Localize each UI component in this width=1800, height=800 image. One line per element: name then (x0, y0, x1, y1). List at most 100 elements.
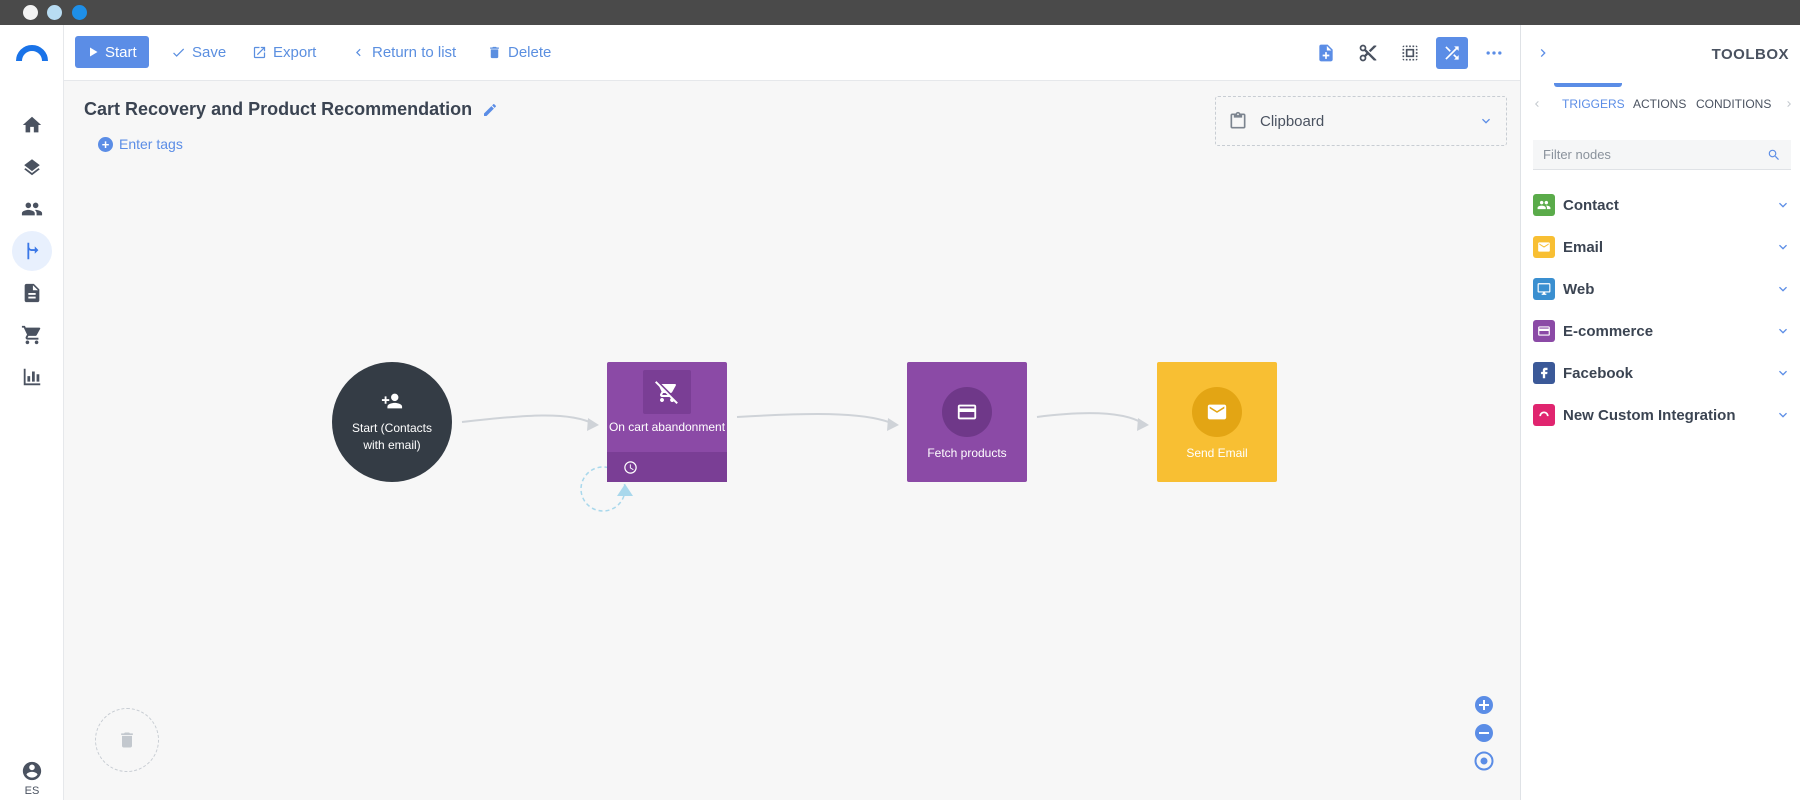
chevron-down-icon (1779, 286, 1787, 292)
mail-icon (1207, 404, 1227, 420)
tab-triggers[interactable]: TRIGGERS (1562, 97, 1625, 111)
trash-icon (490, 46, 499, 58)
chevron-left-icon (356, 48, 361, 56)
more-horizontal-icon (1486, 51, 1502, 55)
toolbox-panel: TOOLBOX TRIGGERS ACTIONS CONDITIONS Cont… (1520, 25, 1800, 800)
search-icon (1768, 149, 1779, 160)
play-icon (90, 47, 98, 57)
category-new-custom-integration[interactable]: New Custom Integration (1533, 397, 1791, 433)
integration-icon (1533, 404, 1555, 426)
active-tab-indicator (1554, 83, 1622, 87)
fetch-icon-circle (942, 387, 992, 437)
category-label: Web (1563, 280, 1595, 298)
app-logo[interactable] (16, 45, 48, 61)
tabs-prev-icon[interactable] (1531, 97, 1543, 109)
card-icon (1533, 320, 1555, 342)
auto-layout-button[interactable] (1436, 37, 1468, 69)
collapse-toolbox-button[interactable] (1535, 45, 1551, 61)
center-view-button[interactable] (1474, 751, 1494, 771)
edge-arrowhead (587, 418, 599, 431)
contacts-nav-icon[interactable] (12, 189, 52, 229)
filter-nodes-field[interactable] (1533, 140, 1791, 170)
cart-node-footer (607, 452, 727, 482)
fetch-products-node[interactable]: Fetch products (907, 362, 1027, 482)
return-to-list-label: Return to list (372, 43, 457, 61)
chevron-down-icon (1779, 412, 1787, 418)
select-all-button[interactable] (1394, 37, 1426, 69)
export-button[interactable]: Export (252, 36, 316, 68)
reports-nav-icon[interactable] (12, 357, 52, 397)
shopping-cart-nav-icon[interactable] (12, 315, 52, 355)
trash-icon (121, 732, 133, 748)
loop-connector-arrow (617, 484, 633, 496)
category-web[interactable]: Web (1533, 271, 1791, 307)
email-icon-circle (1192, 387, 1242, 437)
fetch-node-label: Fetch products (927, 446, 1007, 460)
select-all-icon (1402, 45, 1418, 61)
delete-button[interactable]: Delete (487, 36, 551, 68)
chevron-right-icon (1540, 49, 1546, 57)
tabs-next-icon[interactable] (1783, 97, 1795, 109)
category-facebook[interactable]: Facebook (1533, 355, 1791, 391)
category-label: Contact (1563, 196, 1619, 214)
tab-conditions[interactable]: CONDITIONS (1696, 97, 1771, 111)
category-label: E-commerce (1563, 322, 1654, 340)
filter-nodes-input[interactable] (1543, 147, 1767, 162)
user-menu[interactable]: ES (20, 760, 44, 797)
trash-drop-zone[interactable] (95, 708, 159, 772)
edge-cart-to-fetch (736, 413, 895, 425)
start-button[interactable]: Start (75, 36, 149, 68)
save-button[interactable]: Save (171, 36, 226, 68)
documents-nav-icon[interactable] (12, 273, 52, 313)
window-close-button[interactable] (23, 5, 38, 20)
email-node-label: Send Email (1186, 446, 1248, 460)
zoom-out-button[interactable] (1474, 723, 1494, 743)
editor-toolbar: Start Save Export Return to list Delete (64, 25, 1520, 81)
add-note-button[interactable] (1310, 37, 1342, 69)
cart-off-icon (655, 381, 678, 404)
edge-arrowhead (1137, 418, 1149, 431)
export-icon (253, 46, 266, 58)
workflow-canvas[interactable]: Cart Recovery and Product Recommendation… (64, 81, 1520, 800)
category-ecommerce[interactable]: E-commerce (1533, 313, 1791, 349)
category-label: Email (1563, 238, 1604, 256)
edge-start-to-cart (461, 414, 595, 425)
layers-nav-icon[interactable] (12, 147, 52, 187)
workflows-nav-icon[interactable] (12, 231, 52, 271)
category-contact[interactable]: Contact (1533, 187, 1791, 223)
return-to-list-button[interactable]: Return to list (351, 36, 456, 68)
target-icon (1474, 751, 1494, 771)
window-maximize-button[interactable] (72, 5, 87, 20)
account-icon (22, 761, 42, 781)
window-minimize-button[interactable] (47, 5, 62, 20)
toolbox-title: TOOLBOX (1711, 46, 1789, 63)
scissors-icon (1359, 44, 1377, 62)
save-button-label: Save (192, 43, 227, 61)
start-node[interactable]: Start (Contacts with email) (332, 362, 452, 482)
cut-button[interactable] (1352, 37, 1384, 69)
check-icon (173, 48, 185, 57)
delete-button-label: Delete (508, 43, 552, 61)
workflow-connections (461, 412, 1149, 512)
shuffle-icon (1445, 46, 1459, 60)
more-options-button[interactable] (1478, 37, 1510, 69)
contacts-icon (1533, 194, 1555, 216)
cart-node-label: On cart abandonment (608, 420, 726, 434)
mail-icon (1533, 236, 1555, 258)
left-navigation: ES (0, 25, 64, 800)
toolbox-tabs: TRIGGERS ACTIONS CONDITIONS (1521, 83, 1800, 123)
category-email[interactable]: Email (1533, 229, 1791, 265)
send-email-node[interactable]: Send Email (1157, 362, 1277, 482)
start-node-label: Start (Contacts with email) (351, 421, 433, 452)
tab-actions[interactable]: ACTIONS (1633, 97, 1686, 111)
add-person-icon (381, 393, 403, 409)
zoom-in-button[interactable] (1474, 695, 1494, 715)
zoom-out-icon (1475, 724, 1493, 742)
cart-off-icon-box (643, 370, 691, 414)
clock-icon[interactable] (623, 460, 638, 475)
home-nav-icon[interactable] (12, 105, 52, 145)
export-button-label: Export (273, 43, 317, 61)
window-titlebar (0, 0, 1800, 25)
chevron-down-icon (1779, 370, 1787, 376)
cart-abandonment-node[interactable]: On cart abandonment (607, 362, 727, 482)
